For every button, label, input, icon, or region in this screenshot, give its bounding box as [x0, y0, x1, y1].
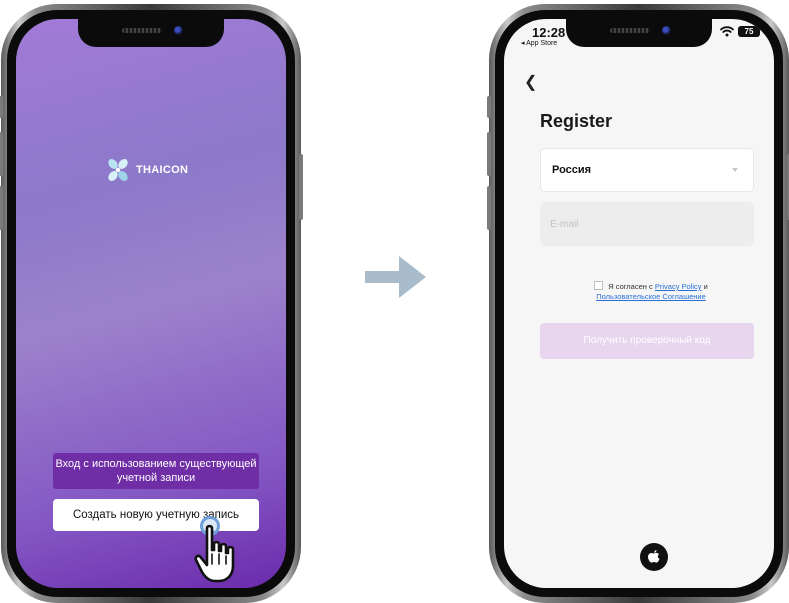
agree-prefix-text: Я согласен с	[608, 282, 653, 291]
agree-and-text: и	[703, 282, 708, 291]
status-time: 12:28	[532, 25, 566, 40]
phone-notch	[78, 19, 224, 47]
phone-side-button	[487, 96, 491, 118]
country-select[interactable]: Россия	[540, 148, 754, 192]
battery-icon: 75	[738, 26, 760, 37]
apple-icon	[648, 550, 660, 563]
privacy-policy-link[interactable]: Privacy Policy	[655, 282, 702, 291]
phone-volume-up-button	[0, 132, 3, 176]
phone-side-button	[0, 96, 3, 118]
welcome-screen: THAICON Вход с использованием существующ…	[16, 19, 286, 588]
phone-volume-down-button	[0, 186, 3, 230]
agree-checkbox[interactable]	[594, 281, 604, 290]
get-verification-code-button[interactable]: Получить проверочный код	[540, 323, 754, 359]
apple-signin-button[interactable]	[640, 543, 668, 571]
page-title: Register	[540, 111, 613, 131]
brand-name: THAICON	[136, 164, 189, 176]
brand-logo: THAICON	[104, 156, 188, 184]
arrow-right-icon	[365, 256, 426, 298]
terms-link[interactable]: Пользовательское Соглашение	[596, 292, 706, 301]
hand-pointer-icon	[194, 524, 235, 583]
register-screen: 12:28 ◂ App Store 75 ❮ Register Россия Я…	[504, 19, 774, 588]
phone-power-button	[299, 154, 303, 220]
status-bar: 12:28 ◂ App Store 75	[504, 19, 774, 47]
login-existing-account-button[interactable]: Вход с использованием существующей учетн…	[53, 453, 259, 489]
country-value: Россия	[552, 164, 592, 176]
phone-volume-up-button	[487, 132, 491, 176]
brand-logo-mark-icon	[108, 159, 128, 181]
dropdown-caret-icon	[732, 168, 738, 172]
front-camera	[174, 26, 183, 35]
phone-frame-welcome: THAICON Вход с использованием существующ…	[0, 4, 303, 603]
back-to-app-store-link[interactable]: ◂ App Store	[521, 39, 557, 47]
phone-frame-register: 12:28 ◂ App Store 75 ❮ Register Россия Я…	[487, 4, 789, 603]
email-input[interactable]	[540, 202, 754, 246]
wifi-icon	[720, 26, 734, 37]
back-chevron-icon[interactable]: ❮	[524, 72, 537, 92]
phone-volume-down-button	[487, 186, 491, 230]
agreement-row: Я согласен с Privacy Policy и Пользовате…	[556, 281, 746, 302]
speaker-grille	[122, 28, 162, 33]
